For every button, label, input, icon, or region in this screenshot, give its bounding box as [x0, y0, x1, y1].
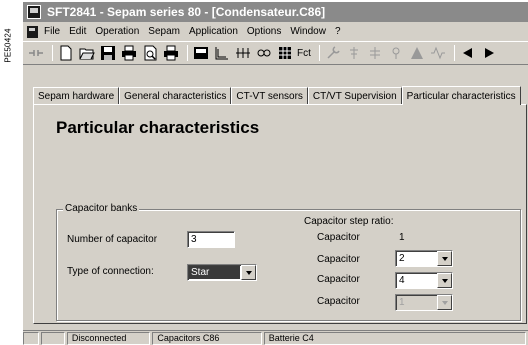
arrow-left-icon[interactable] [459, 44, 477, 62]
status-connection: Disconnected [66, 331, 151, 345]
connect-icon[interactable] [27, 44, 45, 62]
application-window: SFT2841 - Sepam series 80 - [Condensateu… [22, 2, 528, 345]
status-cell-empty [40, 331, 65, 345]
function-button[interactable]: Fct [297, 48, 311, 59]
toolbar-separator [52, 45, 53, 61]
menu-operation[interactable]: Operation [95, 26, 139, 37]
menu-edit[interactable]: Edit [69, 26, 86, 37]
capacitor-1-value: 1 [399, 232, 405, 243]
capacitor-4-select: 1 [395, 294, 453, 311]
print-icon[interactable] [120, 44, 138, 62]
open-folder-icon[interactable] [78, 44, 96, 62]
link-icon[interactable] [255, 44, 273, 62]
page-title: Particular characteristics [56, 118, 260, 137]
setting-icon[interactable] [345, 44, 363, 62]
network-icon[interactable] [366, 44, 384, 62]
status-bar: Disconnected Capacitors C86 Batterie C4 [23, 330, 528, 345]
chevron-down-icon[interactable] [241, 265, 256, 280]
tab-general-characteristics[interactable]: General characteristics [119, 87, 232, 104]
chevron-down-icon[interactable] [437, 273, 452, 288]
capacitor-1-label: Capacitor [317, 232, 360, 243]
toolbar: Fct [23, 41, 528, 65]
tab-ct-vt-supervision[interactable]: CT/VT Supervision [307, 87, 402, 104]
alarm-icon[interactable] [408, 44, 426, 62]
tab-panel: Particular characteristics Capacitor ban… [33, 104, 527, 324]
chevron-down-icon [437, 295, 452, 310]
capacitor-2-label: Capacitor [317, 254, 360, 265]
capacitor-2-select[interactable]: 2 [395, 250, 453, 267]
chart-icon[interactable] [213, 44, 231, 62]
capacitor-3-select[interactable]: 4 [395, 272, 453, 289]
tab-sepam-hardware[interactable]: Sepam hardware [33, 87, 120, 104]
toolbar-separator [453, 45, 455, 61]
capacitor-4-value: 1 [399, 297, 405, 308]
app-icon [27, 5, 41, 19]
menu-bar: File Edit Operation Sepam Application Op… [23, 23, 528, 40]
capacitor-4-label: Capacitor [317, 296, 360, 307]
new-file-icon[interactable] [57, 44, 75, 62]
menu-help[interactable]: ? [335, 26, 341, 37]
side-reference-label: PE50424 [3, 27, 13, 63]
title-bar: SFT2841 - Sepam series 80 - [Condensateu… [23, 2, 528, 22]
toolbar-separator [318, 45, 320, 61]
document-icon[interactable] [27, 25, 38, 38]
status-battery: Batterie C4 [263, 331, 526, 345]
diagram-icon[interactable] [234, 44, 252, 62]
capacitor-banks-group: Capacitor banks Number of capacitor 3 Ty… [56, 203, 521, 321]
window-title: SFT2841 - Sepam series 80 - [Condensateu… [47, 5, 326, 19]
number-of-capacitor-input[interactable]: 3 [187, 231, 235, 248]
grid-icon[interactable] [276, 44, 294, 62]
sepam-icon[interactable] [192, 44, 210, 62]
capacitor-2-value: 2 [399, 253, 405, 264]
group-label: Capacitor banks [63, 203, 140, 214]
capacitor-3-label: Capacitor [317, 274, 360, 285]
type-of-connection-value: Star [189, 266, 240, 279]
measure-icon[interactable] [387, 44, 405, 62]
print-preview-icon[interactable] [141, 44, 159, 62]
tab-particular-characteristics[interactable]: Particular characteristics [401, 86, 521, 105]
status-cell-empty [23, 331, 39, 345]
waveform-icon[interactable] [429, 44, 447, 62]
number-of-capacitor-label: Number of capacitor [67, 234, 158, 245]
menu-sepam[interactable]: Sepam [148, 26, 180, 37]
tab-ct-vt-sensors[interactable]: CT-VT sensors [231, 87, 308, 104]
status-model: Capacitors C86 [152, 331, 262, 345]
wrench-icon[interactable] [324, 44, 342, 62]
step-ratio-label: Capacitor step ratio: [304, 216, 394, 227]
print-setup-icon[interactable] [162, 44, 180, 62]
arrow-right-icon[interactable] [480, 44, 498, 62]
type-of-connection-select[interactable]: Star [187, 264, 257, 281]
capacitor-3-value: 4 [399, 275, 405, 286]
menu-options[interactable]: Options [247, 26, 281, 37]
menu-application[interactable]: Application [189, 26, 238, 37]
menu-file[interactable]: File [44, 26, 60, 37]
save-icon[interactable] [99, 44, 117, 62]
menu-window[interactable]: Window [290, 26, 326, 37]
type-of-connection-label: Type of connection: [67, 266, 154, 277]
chevron-down-icon[interactable] [437, 251, 452, 266]
tab-strip: Sepam hardware General characteristics C… [33, 86, 528, 105]
toolbar-separator [187, 45, 188, 61]
